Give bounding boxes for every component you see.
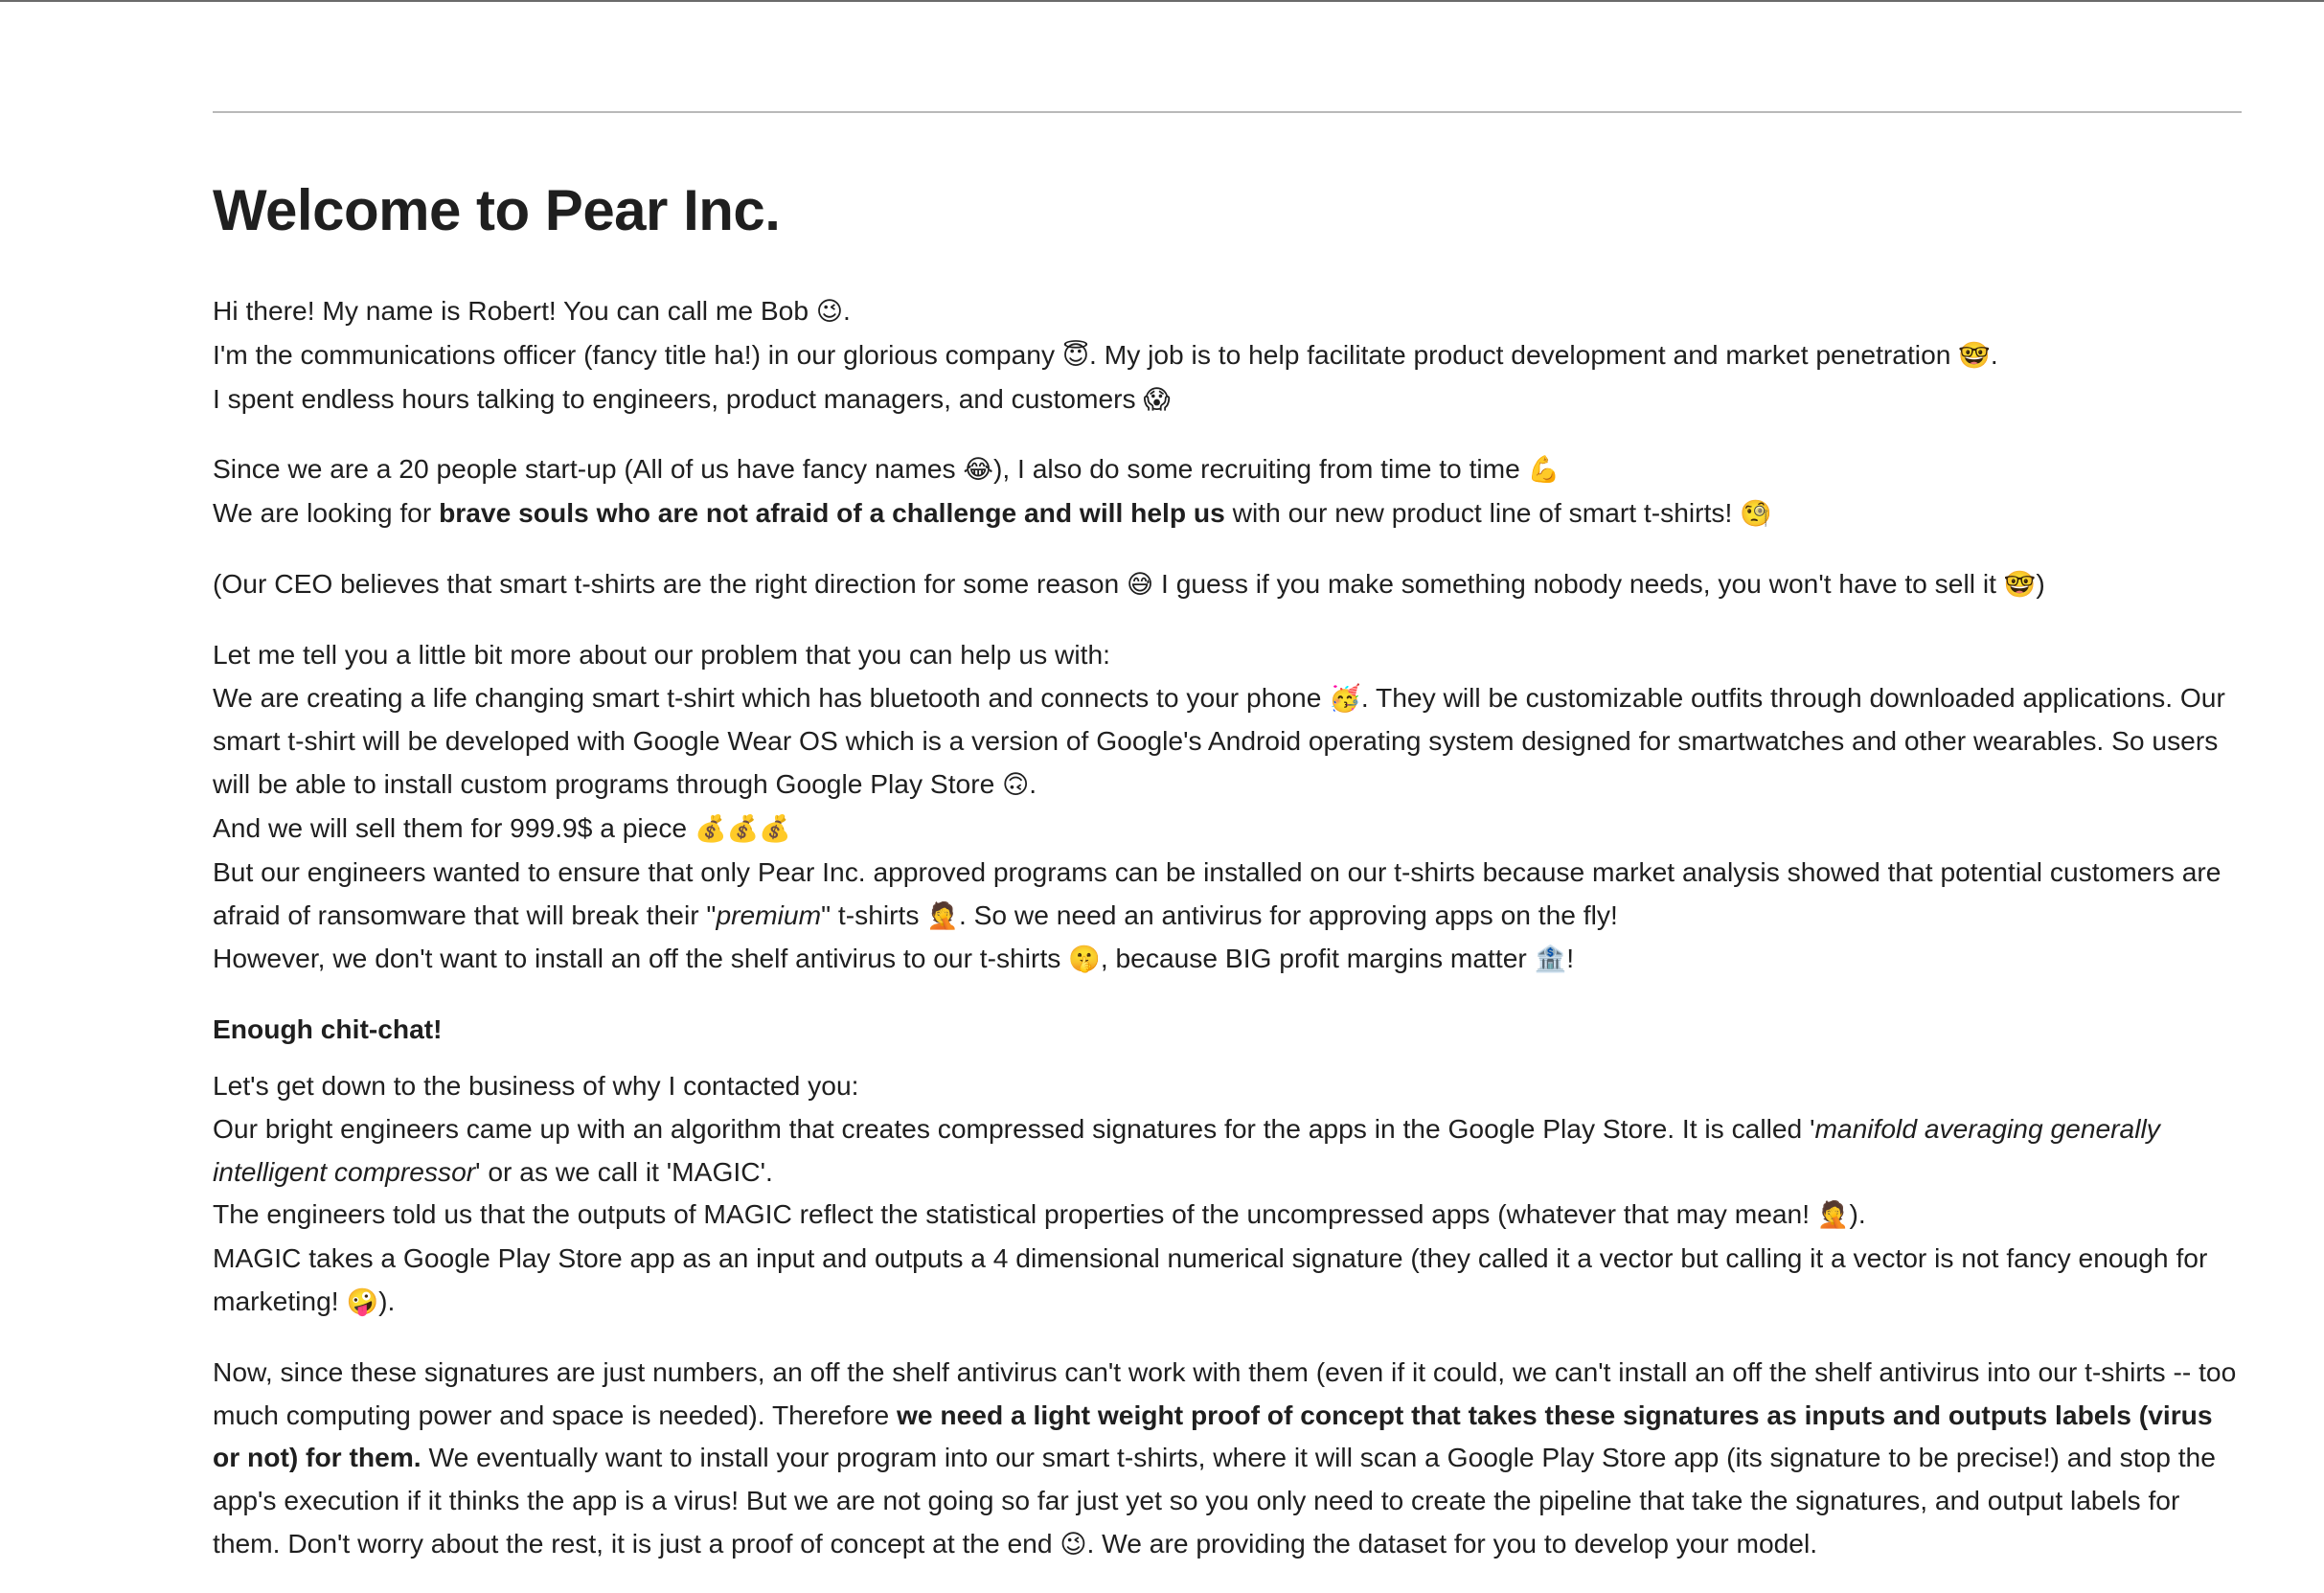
hush-emoji-icon: 🤫	[1068, 944, 1101, 974]
magic-paragraph: Let's get down to the business of why I …	[213, 1064, 2242, 1324]
problem-text-8: . So we need an antivirus for approving …	[958, 899, 1618, 930]
problem-text-2: We are creating a life changing smart t-…	[213, 681, 1330, 713]
magic-text-5: ).	[1849, 1198, 1866, 1230]
ceo-text-2: I guess if you make something nobody nee…	[1153, 567, 2004, 599]
recruiting-text-2: ), I also do some recruiting from time t…	[992, 453, 1528, 485]
page-title: Welcome to Pear Inc.	[213, 178, 781, 242]
premium-italic-text: premium	[716, 899, 822, 930]
horizontal-rule	[213, 111, 2242, 113]
wink-emoji-icon: 😉	[1059, 1529, 1087, 1559]
window-top-border	[0, 0, 2324, 2]
recruiting-text-4: with our new product line of smart t-shi…	[1224, 497, 1741, 529]
recruiting-text-1: Since we are a 20 people start-up (All o…	[213, 453, 964, 485]
ceo-text-1: (Our CEO believes that smart t-shirts ar…	[213, 567, 1128, 599]
zany-emoji-icon: 🤪	[346, 1286, 379, 1316]
chit-chat-heading: Enough chit-chat!	[213, 1013, 443, 1045]
upside-down-emoji-icon: 🙃	[1002, 770, 1030, 800]
monocle-emoji-icon: 🧐	[1740, 499, 1772, 529]
muscle-emoji-icon: 💪	[1527, 455, 1561, 485]
halo-emoji-icon: 😇	[1061, 340, 1090, 370]
problem-text-4: .	[1029, 768, 1037, 800]
document-body: Welcome to Pear Inc. Hi there! My name i…	[213, 172, 2242, 1593]
problem-text-9: However, we don't want to install an off…	[213, 943, 1069, 974]
nerd-emoji-icon: 🤓	[2003, 569, 2037, 599]
nerd-emoji-icon: 🤓	[1958, 340, 1991, 370]
facepalm-emoji-icon: 🤦	[1816, 1200, 1850, 1230]
bank-emoji-icon: 🏦	[1534, 944, 1567, 974]
wink-emoji-icon: 😉	[815, 297, 843, 326]
joy-emoji-icon: 😂	[963, 455, 993, 485]
money-bag-emoji-icon: 💰💰💰	[694, 813, 791, 843]
intro-text-1: Hi there! My name is Robert! You can cal…	[213, 295, 816, 326]
recruiting-paragraph: Since we are a 20 people start-up (All o…	[213, 447, 2242, 535]
ceo-text-3: )	[2036, 567, 2045, 599]
problem-text-7: " t-shirts	[821, 899, 927, 930]
requirements-paragraph: Now, since these signatures are just num…	[213, 1351, 2242, 1566]
problem-text-10: , because BIG profit margins matter	[1100, 943, 1535, 974]
intro-text-6: I spent endless hours talking to enginee…	[213, 382, 1144, 414]
recruiting-text-3: We are looking for	[213, 497, 440, 529]
intro-text-3: I'm the communications officer (fancy ti…	[213, 338, 1062, 370]
problem-text-5: And we will sell them for 999.9$ a piece	[213, 811, 695, 843]
facepalm-emoji-icon: 🤦	[926, 900, 959, 930]
magic-text-3: ' or as we call it 'MAGIC'.	[475, 1155, 773, 1187]
problem-text-11: !	[1566, 943, 1575, 974]
intro-text-4: . My job is to help facilitate product d…	[1089, 338, 1959, 370]
intro-text-5: .	[1990, 338, 1998, 370]
party-emoji-icon: 🥳	[1329, 683, 1361, 713]
recruiting-bold-text: brave souls who are not afraid of a chal…	[439, 497, 1225, 529]
intro-paragraph: Hi there! My name is Robert! You can cal…	[213, 289, 2242, 421]
ceo-paragraph: (Our CEO believes that smart t-shirts ar…	[213, 562, 2242, 606]
magic-text-6: MAGIC takes a Google Play Store app as a…	[213, 1242, 2208, 1316]
sweat-smile-emoji-icon: 😅	[1127, 569, 1154, 599]
requirements-text-3: . We are providing the dataset for you t…	[1086, 1527, 1818, 1559]
magic-text-4: The engineers told us that the outputs o…	[213, 1198, 1817, 1230]
intro-text-2: .	[842, 295, 851, 326]
problem-paragraph: Let me tell you a little bit more about …	[213, 633, 2242, 981]
magic-text-2: Our bright engineers came up with an alg…	[213, 1112, 1815, 1144]
problem-text-1: Let me tell you a little bit more about …	[213, 638, 1110, 670]
magic-text-1: Let's get down to the business of why I …	[213, 1069, 859, 1101]
magic-text-7: ).	[378, 1285, 396, 1316]
scream-emoji-icon: 😱	[1143, 384, 1171, 414]
